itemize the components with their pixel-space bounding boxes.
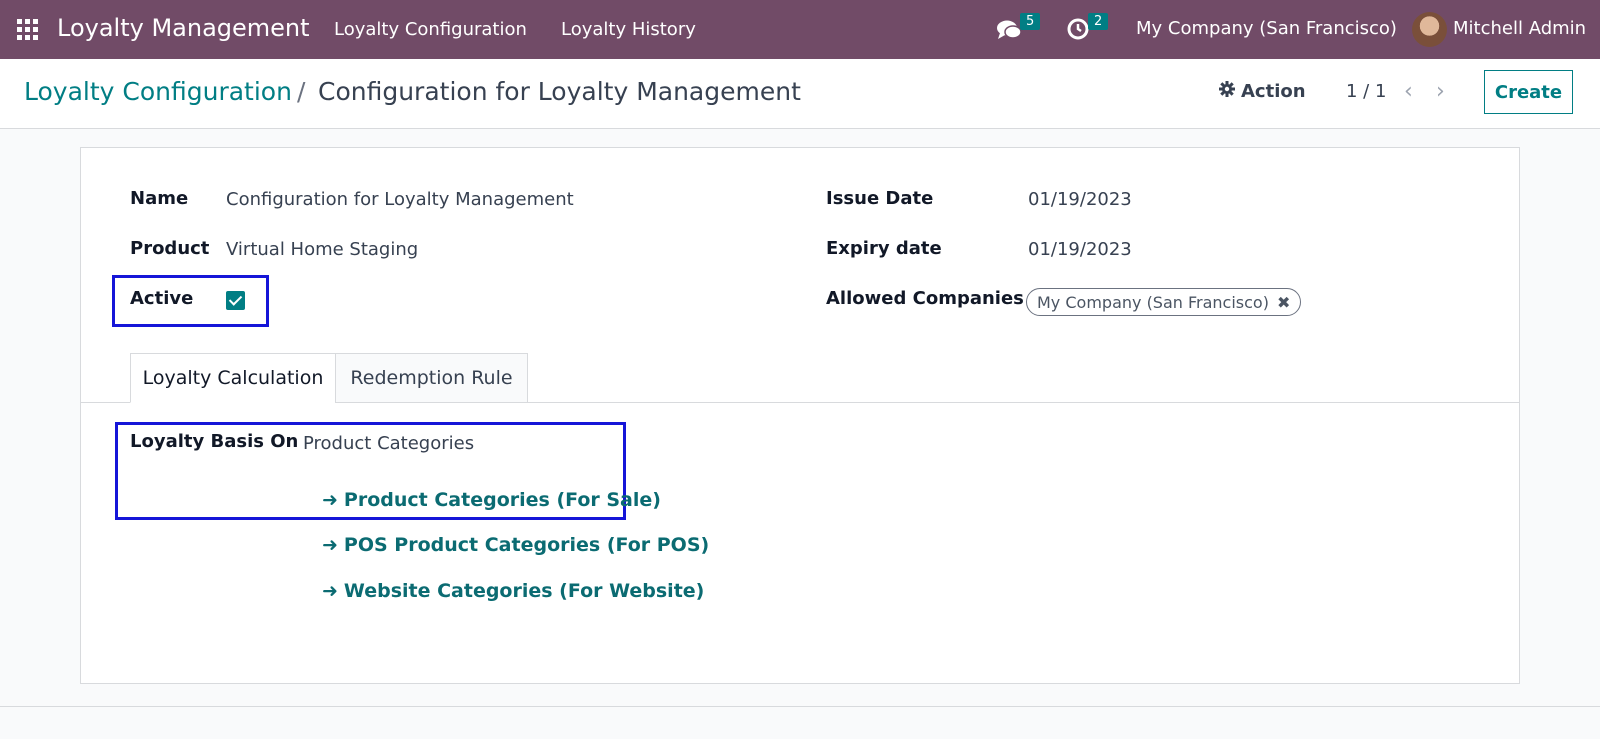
company-switcher[interactable]: My Company (San Francisco) — [1136, 18, 1397, 39]
expiry-date-field[interactable]: 01/19/2023 — [1028, 239, 1132, 260]
allowed-companies-label: Allowed Companies — [826, 288, 1024, 309]
active-label: Active — [130, 288, 194, 309]
bottom-divider — [0, 706, 1600, 707]
user-avatar[interactable] — [1412, 12, 1447, 47]
top-navbar: Loyalty Management Loyalty Configuration… — [0, 0, 1600, 59]
messages-count-badge: 5 — [1020, 13, 1041, 30]
apps-grid-icon[interactable] — [17, 19, 38, 40]
breadcrumb-separator: / — [297, 77, 306, 106]
issue-date-field[interactable]: 01/19/2023 — [1028, 189, 1132, 210]
menu-loyalty-history[interactable]: Loyalty History — [561, 19, 696, 40]
issue-date-label: Issue Date — [826, 188, 934, 209]
loyalty-basis-field[interactable]: Product Categories — [303, 433, 474, 454]
arrow-right-icon: ➜ — [322, 534, 338, 556]
chevron-left-icon[interactable]: ‹ — [1404, 79, 1413, 104]
tab-redemption-rule[interactable]: Redemption Rule — [335, 353, 528, 403]
clock-icon[interactable] — [1067, 18, 1089, 40]
arrow-right-icon: ➜ — [322, 580, 338, 602]
tab-loyalty-calculation[interactable]: Loyalty Calculation — [130, 353, 336, 403]
product-label: Product — [130, 238, 210, 259]
pos-product-categories-link[interactable]: ➜ POS Product Categories (For POS) — [322, 534, 709, 556]
gear-icon — [1219, 81, 1235, 102]
breadcrumb-current: Configuration for Loyalty Management — [318, 77, 801, 106]
activities-count-badge: 2 — [1088, 13, 1109, 30]
name-label: Name — [130, 188, 189, 209]
chat-icon[interactable] — [996, 19, 1022, 41]
website-categories-link[interactable]: ➜ Website Categories (For Website) — [322, 580, 704, 602]
pager-value[interactable]: 1 / 1 — [1346, 81, 1386, 102]
product-field[interactable]: Virtual Home Staging — [226, 239, 418, 260]
link-label: Product Categories (For Sale) — [343, 489, 661, 511]
control-panel: Loyalty Configuration / Configuration fo… — [0, 59, 1600, 129]
company-tag-label: My Company (San Francisco) — [1037, 292, 1269, 312]
company-tag[interactable]: My Company (San Francisco) ✖ — [1026, 288, 1302, 316]
arrow-right-icon: ➜ — [322, 489, 338, 511]
breadcrumb-parent-link[interactable]: Loyalty Configuration — [24, 77, 292, 106]
action-label: Action — [1241, 81, 1306, 102]
user-menu[interactable]: Mitchell Admin — [1453, 18, 1586, 39]
name-field[interactable]: Configuration for Loyalty Management — [226, 189, 574, 210]
chevron-right-icon[interactable]: › — [1436, 79, 1445, 104]
product-categories-sale-link[interactable]: ➜ Product Categories (For Sale) — [322, 489, 661, 511]
menu-loyalty-configuration[interactable]: Loyalty Configuration — [334, 19, 527, 40]
expiry-date-label: Expiry date — [826, 238, 942, 259]
close-icon[interactable]: ✖ — [1277, 293, 1290, 312]
link-label: Website Categories (For Website) — [343, 580, 705, 602]
link-label: POS Product Categories (For POS) — [343, 534, 710, 556]
form-sheet — [80, 147, 1520, 684]
loyalty-basis-label: Loyalty Basis On — [130, 431, 299, 452]
action-button[interactable]: Action — [1219, 81, 1306, 102]
active-checkbox[interactable] — [226, 291, 245, 310]
create-button[interactable]: Create — [1484, 70, 1573, 114]
app-brand[interactable]: Loyalty Management — [57, 14, 310, 42]
